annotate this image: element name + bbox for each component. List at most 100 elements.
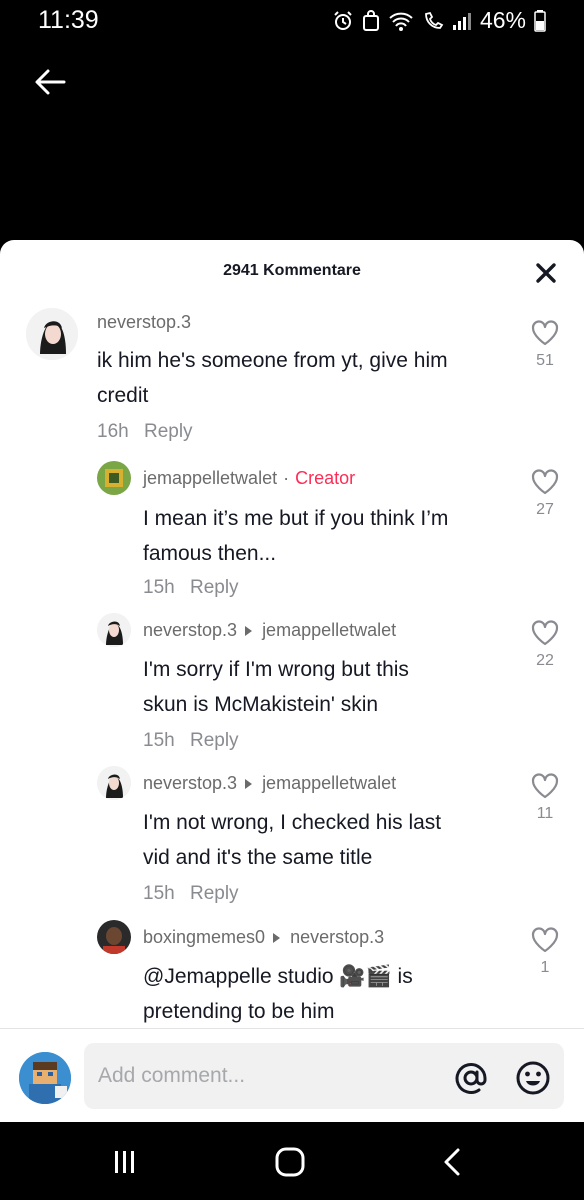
arrow-left-icon xyxy=(35,69,66,95)
comment-list[interactable]: neverstop.3 ik him he's someone from yt,… xyxy=(0,300,584,1030)
comment-text-line: ik him he's someone from yt, give him xyxy=(97,349,448,372)
like-button[interactable]: 51 xyxy=(525,320,565,370)
avatar[interactable] xyxy=(26,308,78,360)
recents-button[interactable] xyxy=(100,1142,150,1182)
comment-text-line: I'm not wrong, I checked his last xyxy=(143,811,442,834)
reply-arrow-icon xyxy=(245,778,253,789)
comment-text: I mean it’s me but if you think I’m famo… xyxy=(143,501,513,571)
heart-icon xyxy=(531,927,559,953)
home-icon xyxy=(275,1147,305,1177)
comment-time: 15h xyxy=(143,883,175,904)
comment-username[interactable]: neverstop.3 xyxy=(97,312,191,333)
comment-text-line: skun is McMakistein' skin xyxy=(143,693,379,716)
comment-text-line: I mean it’s me but if you think I’m xyxy=(143,507,449,530)
close-icon xyxy=(536,263,556,283)
close-button[interactable] xyxy=(534,261,558,285)
comment-meta: 15h Reply xyxy=(143,730,239,752)
avatar[interactable] xyxy=(97,461,131,495)
comment-item: jemappelletwalet · Creator I mean it’s m… xyxy=(0,455,584,605)
app-notification-icon xyxy=(362,9,379,31)
emoji-button[interactable] xyxy=(514,1059,552,1097)
comment-username-row: neverstop.3 jemappelletwalet xyxy=(143,773,396,794)
comments-sheet: 2941 Kommentare neverstop.3 ik him he's … xyxy=(0,240,584,1122)
comment-meta: 15h Reply xyxy=(143,883,239,905)
status-icons: 46% xyxy=(332,7,546,34)
reply-to-username[interactable]: neverstop.3 xyxy=(290,927,384,948)
home-button[interactable] xyxy=(265,1142,315,1182)
battery-icon xyxy=(534,9,546,32)
heart-icon xyxy=(531,773,559,799)
comment-meta: 15h Reply xyxy=(143,577,239,599)
reply-to-username[interactable]: jemappelletwalet xyxy=(262,620,396,641)
comment-item: neverstop.3 jemappelletwalet I'm sorry i… xyxy=(0,610,584,760)
comment-username-row: jemappelletwalet · Creator xyxy=(143,468,355,489)
comment-text: I'm sorry if I'm wrong but this skun is … xyxy=(143,652,513,722)
comment-text: @Jemappelle studio 🎥🎬 is pretending to b… xyxy=(143,959,513,1029)
wifi-icon xyxy=(389,12,413,31)
comment-input-placeholder: Add comment... xyxy=(98,1064,246,1087)
comment-item: neverstop.3 ik him he's someone from yt,… xyxy=(0,300,584,450)
creator-badge: Creator xyxy=(295,468,356,488)
comment-time: 16h xyxy=(97,421,129,442)
like-count: 1 xyxy=(540,959,550,976)
comment-text-line: I'm sorry if I'm wrong but this xyxy=(143,658,409,681)
like-button[interactable]: 11 xyxy=(525,773,565,823)
comment-username-row: neverstop.3 xyxy=(97,312,191,333)
comment-item: neverstop.3 jemappelletwalet I'm not wro… xyxy=(0,763,584,913)
sheet-header: 2941 Kommentare xyxy=(0,240,584,300)
reply-button[interactable]: Reply xyxy=(190,730,239,751)
comment-text-line: famous then... xyxy=(143,542,277,565)
at-icon xyxy=(455,1063,487,1094)
comment-time: 15h xyxy=(143,730,175,751)
comment-count: 2941 Kommentare xyxy=(223,262,361,279)
comment-composer: Add comment... xyxy=(0,1040,584,1122)
comment-username[interactable]: boxingmemes0 xyxy=(143,927,265,948)
comment-username-row: boxingmemes0 neverstop.3 xyxy=(143,927,384,948)
comment-item: boxingmemes0 neverstop.3 @Jemappelle stu… xyxy=(0,917,584,1030)
composer-divider xyxy=(0,1028,584,1029)
alarm-icon xyxy=(334,10,352,30)
dot-separator: · xyxy=(283,468,290,488)
reply-button[interactable]: Reply xyxy=(190,883,239,904)
comment-username[interactable]: jemappelletwalet xyxy=(143,468,277,489)
chevron-left-icon xyxy=(444,1148,460,1176)
comment-text-line: credit xyxy=(97,384,149,407)
wifi-calling-icon xyxy=(425,11,444,29)
like-count: 27 xyxy=(536,501,554,518)
back-button[interactable] xyxy=(30,62,70,102)
like-button[interactable]: 1 xyxy=(525,927,565,977)
like-button[interactable]: 22 xyxy=(525,620,565,670)
mention-button[interactable] xyxy=(452,1059,490,1097)
comment-text-line: vid and it's the same title xyxy=(143,846,373,869)
reply-arrow-icon xyxy=(245,625,253,636)
like-button[interactable]: 27 xyxy=(525,469,565,519)
status-bar: 11:39 46% xyxy=(0,0,584,40)
current-user-avatar[interactable] xyxy=(19,1052,71,1104)
emoji-icon xyxy=(516,1061,550,1095)
comment-username-row: neverstop.3 jemappelletwalet xyxy=(143,620,396,641)
avatar[interactable] xyxy=(97,920,131,954)
reply-to-username[interactable]: jemappelletwalet xyxy=(262,773,396,794)
like-count: 11 xyxy=(536,805,554,822)
comment-username[interactable]: neverstop.3 xyxy=(143,773,237,794)
heart-icon xyxy=(531,320,559,346)
system-nav-bar xyxy=(0,1122,584,1200)
recents-icon xyxy=(115,1151,134,1173)
status-time: 11:39 xyxy=(38,6,99,34)
signal-icon xyxy=(452,12,471,30)
comment-meta: 16h Reply xyxy=(97,421,193,443)
heart-icon xyxy=(531,469,559,495)
comment-text-line: pretending to be him xyxy=(143,1000,335,1023)
reply-button[interactable]: Reply xyxy=(190,577,239,598)
reply-arrow-icon xyxy=(273,932,281,943)
avatar[interactable] xyxy=(97,766,131,800)
comment-username[interactable]: neverstop.3 xyxy=(143,620,237,641)
heart-icon xyxy=(531,620,559,646)
comment-text: ik him he's someone from yt, give him cr… xyxy=(97,343,517,413)
avatar[interactable] xyxy=(97,613,131,647)
like-count: 51 xyxy=(536,352,554,369)
comment-text: I'm not wrong, I checked his last vid an… xyxy=(143,805,513,875)
back-nav-button[interactable] xyxy=(428,1142,478,1182)
comment-text-line: @Jemappelle studio 🎥🎬 is xyxy=(143,965,413,988)
reply-button[interactable]: Reply xyxy=(144,421,193,442)
